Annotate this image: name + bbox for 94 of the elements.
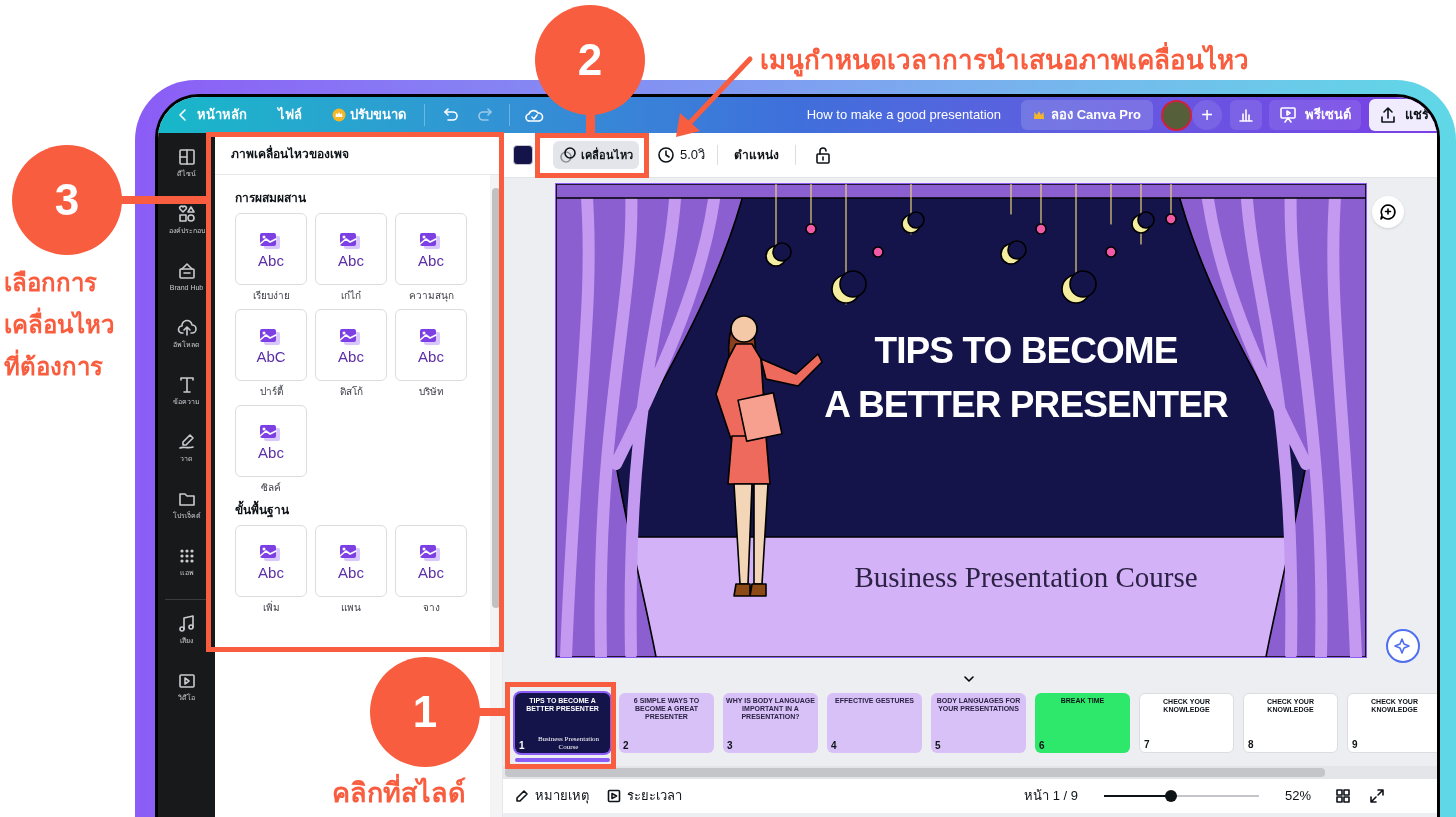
slide-subtitle[interactable]: Business Presentation Course xyxy=(806,556,1246,600)
preview-text: Abc xyxy=(418,252,444,268)
document-title[interactable]: How to make a good presentation xyxy=(806,105,1002,125)
slide-title[interactable]: TIPS TO BECOME xyxy=(874,324,1178,378)
step-caption: ที่ต้องการ xyxy=(4,346,114,388)
add-member-button[interactable]: + xyxy=(1192,100,1222,130)
scrollbar[interactable] xyxy=(492,188,500,608)
duration-button[interactable]: 5.0วิ xyxy=(657,141,706,169)
preview-text: Abc xyxy=(258,564,284,580)
design-icon[interactable] xyxy=(176,147,197,167)
animation-tile[interactable]: Abc xyxy=(395,525,467,597)
preview-text: Abc xyxy=(258,252,284,268)
preview-text: Abc xyxy=(338,564,364,580)
page-indicator: หน้า 1 / 9 xyxy=(1024,787,1078,806)
slide-number: 4 xyxy=(831,740,837,752)
animation-label: จาง xyxy=(422,601,440,615)
collapse-chevron-icon[interactable] xyxy=(963,675,975,683)
step-caption: คลิกที่สไลด์ xyxy=(332,774,466,812)
notes-button[interactable]: หมายเหตุ xyxy=(515,786,589,806)
animation-label: ปาร์ตี้ xyxy=(259,385,283,399)
slide-number: 2 xyxy=(623,740,629,752)
animation-tile[interactable]: Abc xyxy=(235,213,307,285)
zoom-reading: 52% xyxy=(1284,787,1311,806)
undo-icon[interactable] xyxy=(441,106,459,124)
animation-tile[interactable]: Abc xyxy=(235,405,307,477)
present-button[interactable]: พรีเซนต์ xyxy=(1269,100,1361,130)
zoom-slider[interactable] xyxy=(1103,790,1259,802)
animation-label: บริษัท xyxy=(418,385,444,399)
brand-kit-icon[interactable] xyxy=(176,261,197,281)
position-button[interactable]: ตำแหน่ง xyxy=(730,146,784,164)
slide-number: 7 xyxy=(1144,739,1150,751)
comment-plus-icon xyxy=(1379,203,1397,221)
music-note-icon[interactable] xyxy=(176,614,197,634)
grid-view-icon[interactable] xyxy=(1335,788,1351,804)
preview-text: Abc xyxy=(338,252,364,268)
panel-title: ภาพเคลื่อนไหวของเพจ xyxy=(231,144,349,163)
animation-label: ความสนุก xyxy=(408,289,454,303)
slide-number: 1 xyxy=(519,740,525,752)
magic-button[interactable] xyxy=(1386,629,1420,663)
animation-tile[interactable]: Abc xyxy=(315,213,387,285)
timer-button[interactable]: ระยะเวลา xyxy=(607,786,682,806)
slide-number: 6 xyxy=(1039,740,1045,752)
insights-button[interactable] xyxy=(1230,100,1262,130)
sparkle-icon xyxy=(1394,637,1412,655)
slide-number: 9 xyxy=(1352,739,1358,751)
presentation-icon xyxy=(1279,106,1297,124)
section-heading: การผสมผสาน xyxy=(235,190,307,207)
lock-icon[interactable] xyxy=(814,146,833,164)
animation-tile[interactable]: Abc xyxy=(315,525,387,597)
animation-tile[interactable]: Abc xyxy=(395,213,467,285)
draw-icon[interactable] xyxy=(176,432,197,452)
crown-icon xyxy=(1033,110,1046,120)
crown-icon xyxy=(332,108,346,122)
animate-button[interactable]: เคลื่อนไหว xyxy=(553,141,639,169)
play-box-icon xyxy=(607,789,621,803)
fullscreen-icon[interactable] xyxy=(1369,788,1385,804)
step-number: 3 xyxy=(12,145,122,255)
slide-number: 8 xyxy=(1248,739,1254,751)
preview-text: AbC xyxy=(256,348,286,364)
step-number: 2 xyxy=(535,5,645,115)
try-pro-button[interactable]: ลอง Canva Pro xyxy=(1021,100,1153,130)
animation-label: เรียบง่าย xyxy=(252,289,290,303)
preview-text: Abc xyxy=(418,564,444,580)
preview-text: Abc xyxy=(418,348,444,364)
preview-text: Abc xyxy=(258,444,284,460)
bar-chart-icon xyxy=(1238,107,1254,123)
animation-tile[interactable]: Abc xyxy=(315,309,387,381)
upload-icon[interactable] xyxy=(176,318,197,338)
upload-icon xyxy=(1379,106,1397,124)
animation-label: ซิลค์ xyxy=(261,481,281,495)
preview-text: Abc xyxy=(338,348,364,364)
video-icon[interactable] xyxy=(176,671,197,691)
step-caption: เมนูกำหนดเวลาการนำเสนอภาพเคลื่อนไหว xyxy=(760,40,1249,80)
slide-title[interactable]: A BETTER PRESENTER xyxy=(824,378,1228,432)
slide-number: 3 xyxy=(727,740,733,752)
add-comment-button[interactable] xyxy=(1372,196,1404,228)
pencil-icon xyxy=(515,789,529,803)
section-heading: ขั้นพื้นฐาน xyxy=(235,501,490,519)
animation-label: แพน xyxy=(341,601,361,615)
scrollbar[interactable] xyxy=(505,768,1325,777)
shapes-icon[interactable] xyxy=(176,204,197,224)
step-caption: เคลื่อนไหว xyxy=(4,304,114,346)
clock-icon xyxy=(657,146,675,164)
slide-number: 5 xyxy=(935,740,941,752)
animation-label: เก๋ไก๋ xyxy=(341,289,361,303)
animation-tile[interactable]: Abc xyxy=(395,309,467,381)
animation-label: ดิสโก้ xyxy=(339,385,363,399)
animation-tile[interactable]: AbC xyxy=(235,309,307,381)
animation-tile[interactable]: Abc xyxy=(235,525,307,597)
color-swatch[interactable] xyxy=(513,145,533,165)
step-caption: เลือกการ xyxy=(4,268,98,298)
animation-icon xyxy=(559,146,577,164)
slider-thumb[interactable] xyxy=(1164,790,1177,802)
animation-label: เพิ่ม xyxy=(262,601,280,615)
